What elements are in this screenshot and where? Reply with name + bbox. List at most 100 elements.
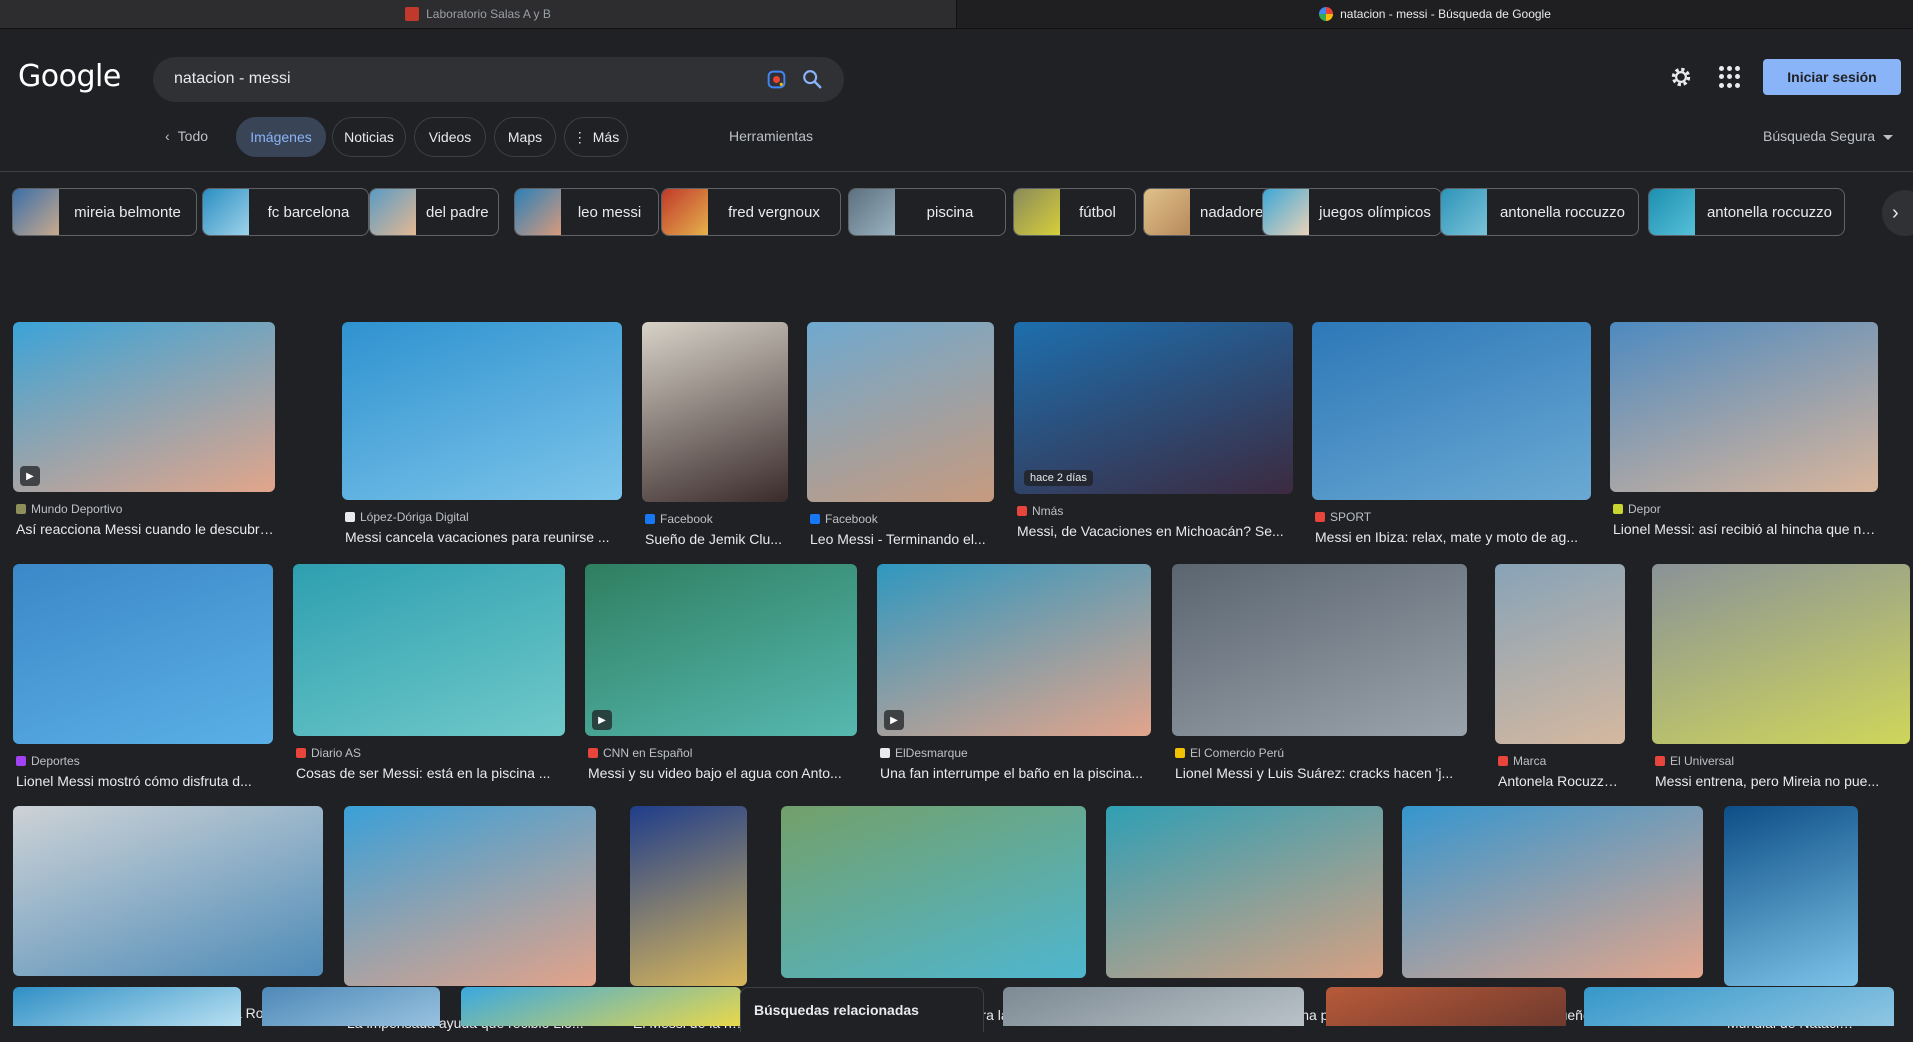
result-source[interactable]: Nmás — [1017, 504, 1063, 518]
related-searches-card[interactable]: Búsquedas relacionadas — [740, 987, 984, 1032]
result-title[interactable]: Lionel Messi mostró cómo disfruta d... — [16, 773, 272, 789]
result-thumbnail[interactable] — [1003, 987, 1304, 1026]
related-chip[interactable]: antonella roccuzzo — [1648, 188, 1845, 236]
image-result[interactable]: ▶ Mundo Deportivo Así reacciona Messi cuan… — [13, 322, 275, 548]
result-thumbnail[interactable] — [1312, 322, 1591, 500]
result-thumbnail[interactable] — [642, 322, 788, 502]
image-result[interactable]: Facebook Sueño de Jemik Clu... — [642, 322, 788, 558]
result-title[interactable]: Una fan interrumpe el baño en la piscina… — [880, 765, 1150, 781]
image-result[interactable]: hace 2 días Nmás Messi, de Vacaciones en M… — [1014, 322, 1293, 550]
result-title[interactable]: Leo Messi - Terminando el... — [810, 531, 993, 547]
signin-button[interactable]: Iniciar sesión — [1763, 59, 1901, 95]
image-result[interactable]: El Universal Messi entrena, pero Mireia n… — [1652, 564, 1910, 800]
tab-images[interactable]: Imágenes — [236, 117, 326, 157]
result-thumbnail[interactable] — [630, 806, 747, 986]
result-thumbnail[interactable] — [344, 806, 596, 986]
image-result[interactable]: Facebook Leo Messi - Terminando el... — [807, 322, 994, 558]
related-chip[interactable]: nadadores — [1143, 188, 1273, 236]
gear-icon[interactable] — [1668, 64, 1694, 90]
search-input[interactable]: natacion - messi — [174, 70, 291, 88]
tools-button[interactable]: Herramientas — [729, 128, 813, 144]
tab-news[interactable]: Noticias — [332, 117, 406, 157]
google-lens-icon[interactable] — [766, 69, 787, 90]
result-title[interactable]: Messi, de Vacaciones en Michoacán? Se... — [1017, 523, 1292, 539]
result-thumbnail[interactable] — [1584, 987, 1894, 1026]
result-thumbnail[interactable] — [1106, 806, 1383, 978]
image-result[interactable]: SPORT Messi en Ibiza: relax, mate y moto … — [1312, 322, 1591, 556]
result-thumbnail[interactable] — [461, 987, 741, 1026]
result-title[interactable]: Lionel Messi: así recibió al hincha que … — [1613, 521, 1877, 537]
result-thumbnail[interactable] — [13, 564, 273, 744]
image-result[interactable]: Marca Antonela Rocuzzo l... — [1495, 564, 1625, 800]
result-source[interactable]: El Comercio Perú — [1175, 746, 1284, 760]
result-title[interactable]: Messi cancela vacaciones para reunirse .… — [345, 529, 621, 545]
image-result[interactable]: ▶ ElDesmarque Una fan interrumpe el baño e… — [877, 564, 1151, 792]
result-thumbnail[interactable] — [342, 322, 622, 500]
image-result[interactable]: Diario AS Cosas de ser Messi: está en la … — [293, 564, 565, 792]
result-source[interactable]: CNN en Español — [588, 746, 692, 760]
related-chip[interactable]: fc barcelona — [202, 188, 369, 236]
result-source[interactable]: Depor — [1613, 502, 1661, 516]
related-chip[interactable]: fútbol — [1013, 188, 1136, 236]
result-title[interactable]: Sueño de Jemik Clu... — [645, 531, 787, 547]
image-result[interactable]: Deportes Lionel Messi mostró cómo disfrut… — [13, 564, 273, 800]
result-source[interactable]: Diario AS — [296, 746, 361, 760]
apps-icon[interactable] — [1719, 66, 1741, 88]
result-title[interactable]: Lionel Messi y Luis Suárez: cracks hacen… — [1175, 765, 1466, 781]
tab-more[interactable]: ⋮ Más — [564, 117, 628, 157]
result-thumbnail[interactable] — [13, 806, 323, 976]
result-thumbnail[interactable] — [781, 806, 1086, 978]
result-source[interactable]: Facebook — [810, 512, 878, 526]
result-source[interactable]: Marca — [1498, 754, 1546, 768]
chip-thumbnail — [370, 189, 416, 235]
result-title[interactable]: Antonela Rocuzzo l... — [1498, 773, 1624, 789]
safe-search-dropdown[interactable]: Búsqueda Segura — [1763, 128, 1894, 144]
result-thumbnail[interactable] — [13, 987, 241, 1026]
result-thumbnail[interactable] — [1495, 564, 1625, 744]
related-chip[interactable]: piscina — [848, 188, 1006, 236]
related-chip[interactable]: del padre — [369, 188, 499, 236]
result-thumbnail[interactable]: ▶ — [13, 322, 275, 492]
result-title[interactable]: Messi y su video bajo el agua con Anto..… — [588, 765, 856, 781]
image-result[interactable]: Depor Lionel Messi: así recibió al hincha… — [1610, 322, 1878, 548]
result-thumbnail[interactable] — [1610, 322, 1878, 492]
result-thumbnail[interactable]: ▶ — [877, 564, 1151, 736]
result-source[interactable]: ElDesmarque — [880, 746, 968, 760]
tab-all[interactable]: ‹ Todo — [165, 128, 208, 144]
result-title[interactable]: Messi en Ibiza: relax, mate y moto de ag… — [1315, 529, 1590, 545]
result-title[interactable]: Messi entrena, pero Mireia no pue... — [1655, 773, 1909, 789]
result-thumbnail[interactable]: hace 2 días — [1014, 322, 1293, 494]
result-thumbnail[interactable] — [1172, 564, 1467, 736]
result-thumbnail[interactable] — [262, 987, 440, 1026]
image-result[interactable]: ▶ CNN en Español Messi y su video bajo el … — [585, 564, 857, 792]
search-box[interactable]: natacion - messi — [153, 57, 844, 102]
result-thumbnail[interactable] — [1724, 806, 1858, 986]
image-result[interactable]: El Comercio Perú Lionel Messi y Luis Suár… — [1172, 564, 1467, 792]
browser-tab-active[interactable]: natacion - messi - Búsqueda de Google — [956, 0, 1913, 28]
result-thumbnail[interactable] — [293, 564, 565, 736]
result-thumbnail[interactable] — [1326, 987, 1566, 1026]
related-chip[interactable]: fred vergnoux — [661, 188, 841, 236]
search-icon[interactable] — [801, 68, 823, 90]
related-chip[interactable]: mireia belmonte — [12, 188, 197, 236]
result-source[interactable]: Facebook — [645, 512, 713, 526]
result-source[interactable]: Deportes — [16, 754, 80, 768]
related-chip[interactable]: antonella roccuzzo — [1440, 188, 1639, 236]
result-title[interactable]: Cosas de ser Messi: está en la piscina .… — [296, 765, 564, 781]
result-source[interactable]: Mundo Deportivo — [16, 502, 122, 516]
image-result[interactable]: López-Dóriga Digital Messi cancela vacaci… — [342, 322, 622, 556]
result-source[interactable]: López-Dóriga Digital — [345, 510, 469, 524]
tab-maps[interactable]: Maps — [494, 117, 556, 157]
browser-tab[interactable]: Laboratorio Salas A y B — [0, 0, 956, 28]
result-thumbnail[interactable]: ▶ — [585, 564, 857, 736]
google-logo[interactable]: Google — [18, 59, 121, 94]
related-chip[interactable]: leo messi — [514, 188, 659, 236]
result-thumbnail[interactable] — [807, 322, 994, 502]
tab-videos[interactable]: Videos — [414, 117, 486, 157]
result-thumbnail[interactable] — [1402, 806, 1703, 978]
result-title[interactable]: Así reacciona Messi cuando le descubren … — [16, 521, 274, 537]
result-source[interactable]: SPORT — [1315, 510, 1371, 524]
result-thumbnail[interactable] — [1652, 564, 1910, 744]
related-chip[interactable]: juegos olímpicos — [1262, 188, 1442, 236]
result-source[interactable]: El Universal — [1655, 754, 1734, 768]
